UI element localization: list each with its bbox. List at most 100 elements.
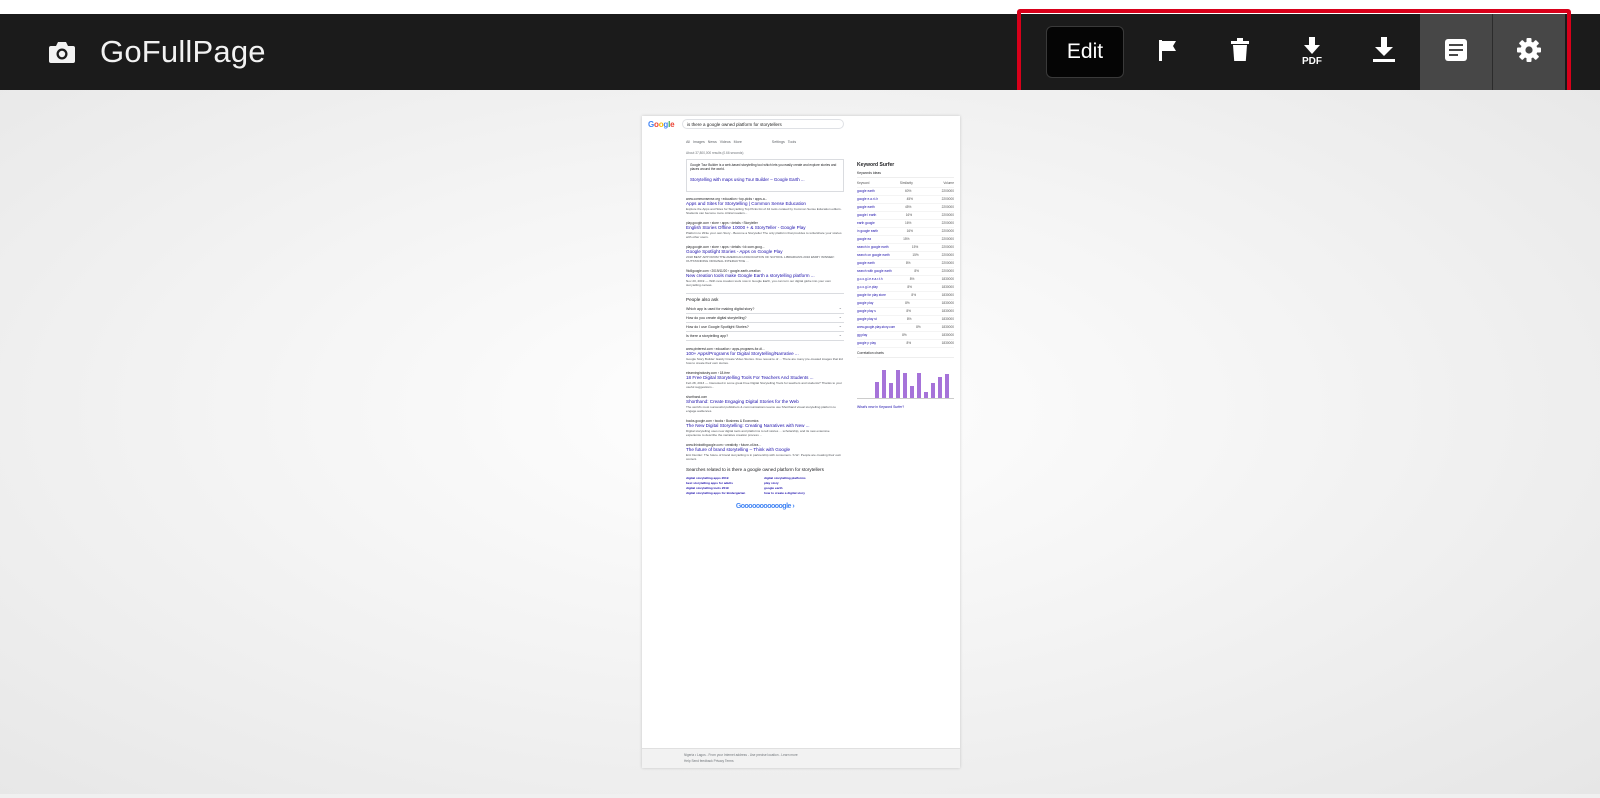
keyword-cell: 16% — [906, 229, 914, 233]
keyword-cell: search on google earth — [857, 253, 890, 257]
keyword-row: google e.a.r.t.h 45% 2200000 — [857, 196, 954, 204]
chart-bar — [903, 372, 907, 398]
result-snippet: The world's most successful publishers &… — [686, 405, 836, 413]
chart-bar — [931, 383, 935, 398]
keyword-row: in google earth 16% 2200000 — [857, 228, 954, 236]
result-snippet: Digital storytelling uses new digital to… — [686, 429, 830, 437]
keyword-surfer-panel: Keyword Surfer Keywords ideas Keyword Si… — [857, 162, 954, 420]
related-item: how to create a digital story — [764, 491, 805, 495]
settings-button[interactable] — [1493, 14, 1565, 90]
keyword-row: search in google earth 15% 2200000 — [857, 244, 954, 252]
column-header: Similarity — [899, 181, 913, 185]
result-item: books.google.com › books › Business & Ec… — [686, 419, 844, 437]
related-searches: digital storytelling apps 2019 digital s… — [686, 476, 844, 495]
brand: GoFullPage — [48, 14, 266, 90]
pagination: Gooooooooooogle › — [735, 503, 795, 510]
keyword-cell: 2200000 — [941, 253, 954, 257]
file-list-button[interactable] — [1420, 14, 1492, 90]
keyword-row: g.o.o.g.l.e.play 8% 1830000 — [857, 284, 954, 292]
keyword-cell: 16% — [905, 213, 913, 217]
keyword-cell: 1830000 — [941, 277, 954, 281]
paa-heading: People also ask — [686, 297, 719, 302]
result-item: shorthand.com Shorthand: Create Engaging … — [686, 395, 844, 413]
result-item: play.google.com › store › apps › details… — [686, 245, 844, 263]
document-icon — [1444, 38, 1468, 67]
keyword-cell: 15% — [903, 237, 910, 241]
keyword-cell: 1830000 — [941, 285, 954, 289]
related-item: digital storytelling apps for kindergart… — [686, 491, 746, 495]
keyword-cell: earth google — [857, 221, 875, 225]
keyword-cell: google i earth — [857, 213, 877, 217]
keyword-row: google ea 15% 2200000 — [857, 236, 954, 244]
result-snippet: Eric Dentler: The future of brand storyt… — [686, 453, 842, 461]
result-snippet: 2018 BEST APP FROM THE AMERICAN ASSOCIAT… — [686, 255, 835, 263]
keyword-cell: 2200000 — [941, 197, 954, 201]
keyword-row: google play s 8% 1830000 — [857, 308, 954, 316]
keyword-cell: in google earth — [857, 229, 879, 233]
chart-bar — [882, 369, 886, 398]
keyword-rows: google earth 60% 2200000 google e.a.r.t.h 45… — [857, 188, 954, 348]
captured-page-thumbnail[interactable]: Google is there a google owned platform … — [642, 116, 960, 768]
keyword-cell: 1830000 — [941, 317, 954, 321]
keyword-cell: 1830000 — [941, 325, 954, 329]
related-item: google earth — [764, 486, 783, 490]
keyword-cell: google p play — [857, 341, 876, 345]
keyword-cell: 2200000 — [941, 213, 954, 217]
chart-bar — [889, 383, 893, 398]
keyword-cell: 15% — [911, 245, 919, 249]
keyword-row: google earth 60% 2200000 — [857, 188, 954, 196]
keyword-cell: 8% — [905, 301, 910, 305]
keyword-cell: 8% — [906, 309, 911, 313]
keyword-cell: g.o.o.g.l.e.play — [857, 285, 878, 289]
keyword-cell: 15% — [912, 253, 919, 257]
edit-button[interactable]: Edit — [1046, 26, 1124, 78]
result-snippet: Explore the Apps and Sites for Storytell… — [686, 207, 842, 215]
chart-bar — [875, 381, 879, 398]
keyword-row: google play 8% 1830000 — [857, 300, 954, 308]
keyword-cell: 8% — [905, 261, 911, 265]
keyword-cell: google e.a.r.t.h — [857, 197, 879, 201]
chart-bar — [938, 377, 942, 398]
result-item: www.pinterest.com › education › apps-pro… — [686, 347, 844, 365]
keyword-row: search with google earth 8% 2200000 — [857, 268, 954, 276]
keyword-cell: 60% — [904, 189, 912, 193]
download-image-button[interactable] — [1348, 14, 1420, 90]
keyword-cell: g.o.o.g.l.e.e.a.r.t.h — [857, 277, 883, 281]
paa-question: How do I use Google Spotlight Stories? — [686, 323, 844, 332]
footer-links: Help Send feedback Privacy Terms — [684, 759, 734, 763]
column-header: Keyword — [857, 181, 870, 185]
keyword-cell: google play st — [857, 317, 877, 321]
keyword-cell: google earth — [857, 189, 875, 193]
keyword-cell: google earth — [857, 261, 875, 265]
column-header: Volume — [943, 181, 954, 185]
delete-button[interactable] — [1204, 14, 1276, 90]
correlation-heading: Correlation charts — [857, 351, 954, 358]
related-item: digital storytelling apps 2019 — [686, 476, 729, 480]
keyword-header-row: Keyword Similarity Volume — [857, 180, 954, 188]
snippet-text: Google Tour Builder is a web-based story… — [690, 163, 837, 171]
window-top-strip — [0, 0, 1600, 14]
download-pdf-button[interactable]: PDF — [1276, 14, 1348, 90]
snippet-link: Storytelling with maps using Tour Builde… — [690, 177, 805, 182]
search-tabs: All Images News Videos More Settings Too… — [686, 140, 797, 144]
keyword-cell: search with google earth — [857, 269, 892, 273]
keyword-cell: 45% — [906, 197, 914, 201]
keyword-cell: 1830000 — [941, 341, 954, 345]
result-snippet: Nov 20, 2019 — With new creation tools n… — [686, 279, 831, 287]
keyword-cell: google ea — [857, 237, 872, 241]
camera-icon — [48, 37, 78, 67]
result-item: play.google.com › store › apps › details… — [686, 221, 844, 239]
keyword-cell: 8% — [902, 333, 907, 337]
capture-stage: Google is there a google owned platform … — [0, 90, 1600, 798]
keyword-row: google earth 45% 2200000 — [857, 204, 954, 212]
keyword-cell: 45% — [904, 205, 912, 209]
correlation-chart — [857, 364, 954, 399]
trash-icon — [1230, 37, 1250, 67]
flag-button[interactable] — [1132, 14, 1204, 90]
keyword-row: google play st 8% 1830000 — [857, 316, 954, 324]
keyword-cell: 1830000 — [941, 333, 954, 337]
keyword-row: earth google 16% 2200000 — [857, 220, 954, 228]
download-icon — [1372, 36, 1396, 68]
result-snippet: Google Story Builder: Easily Create Vide… — [686, 357, 843, 365]
keyword-row: g.o.o.g.l.e.e.a.r.t.h 8% 1830000 — [857, 276, 954, 284]
